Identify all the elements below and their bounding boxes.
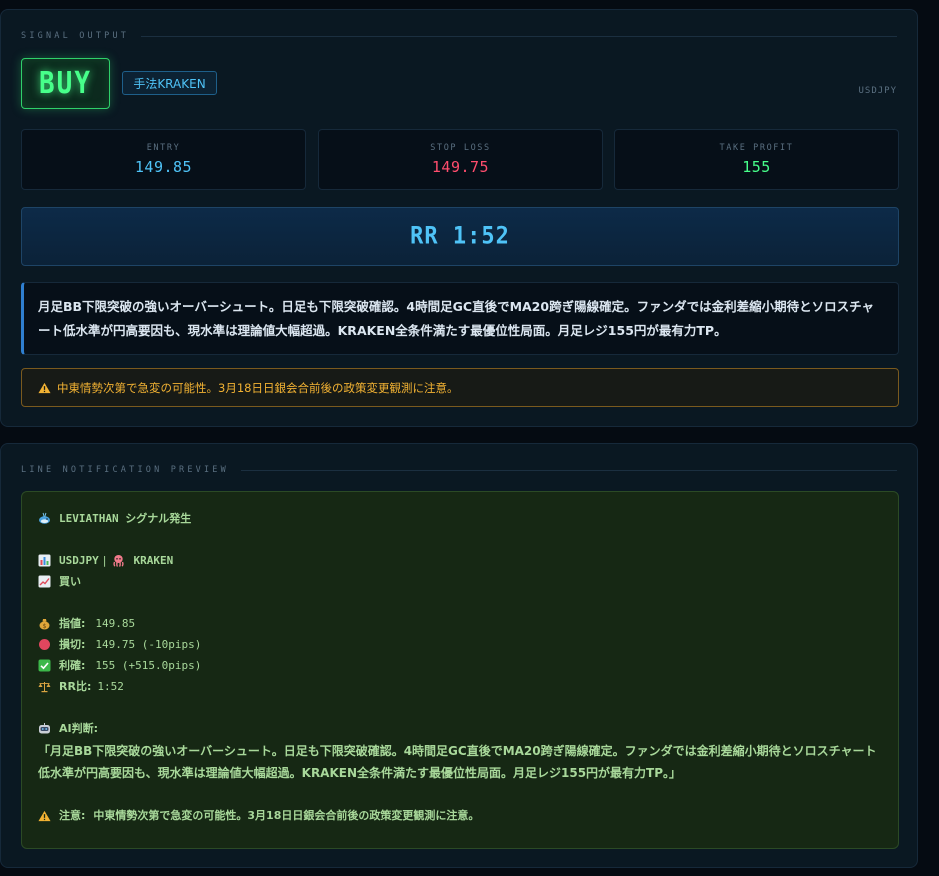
direction-badge: BUY [21,58,110,109]
take-profit-label: TAKE PROFIT [719,143,794,153]
line-entry-row: $ 指値: 149.85 [38,613,882,634]
line-section-title: LINE NOTIFICATION PREVIEW [21,465,229,475]
line-section-header: LINE NOTIFICATION PREVIEW [21,464,897,476]
stop-loss-value: 149.75 [431,158,490,176]
signal-section-header: SIGNAL OUTPUT [21,30,897,42]
line-rr-value: 1:52 [97,680,124,693]
risk-reward-box: RR 1:52 [21,207,899,266]
line-tp-row: 利確: 155 (+515.0pips) [38,655,882,676]
scales-icon [38,680,51,693]
entry-value: 149.85 [134,158,193,176]
line-warning-text: 中東情勢次第で急変の可能性。3月18日日銀会合前後の政策変更観測に注意。 [93,809,480,822]
section-divider [240,469,897,471]
line-preview-panel: LINE NOTIFICATION PREVIEW LEVIATHAN シグナル… [0,443,918,868]
line-ai-label: AI判断: [59,722,99,735]
take-profit-value: 155 [742,158,771,176]
robot-icon [38,722,51,735]
stop-loss-label: STOP LOSS [430,143,491,153]
line-pair-row: USDJPY | KRAKEN [38,550,882,571]
take-profit-box: TAKE PROFIT 155 [614,129,899,190]
warning-text: 中東情勢次第で急変の可能性。3月18日日銀会合前後の政策変更観測に注意。 [57,380,459,395]
warning-icon [38,809,51,822]
money-bag-icon: $ [38,617,51,630]
analysis-text: 月足BB下限突破の強いオーバーシュート。日足も下限突破確認。4時間足GC直後でM… [21,282,899,355]
signal-section-title: SIGNAL OUTPUT [21,31,130,41]
risk-reward-value: RR 1:52 [410,222,510,251]
entry-label: ENTRY [146,143,181,153]
direction-label: BUY [39,66,92,101]
line-entry-label: 指値: [59,617,86,630]
pair-label: USDJPY [858,86,897,96]
line-rr-row: RR比: 1:52 [38,676,882,697]
warning-banner: 中東情勢次第で急変の可能性。3月18日日銀会合前後の政策変更観測に注意。 [21,368,899,407]
method-tag: 手法KRAKEN [122,71,217,95]
warning-icon [38,382,51,393]
trend-up-icon [38,575,51,588]
line-header-text: LEVIATHAN シグナル発生 [59,512,192,525]
octopus-icon [112,554,125,567]
line-message-card: LEVIATHAN シグナル発生 USDJPY | KRAKEN 買い $ 指値… [21,491,899,849]
line-direction-row: 買い [38,571,882,592]
line-sl-value: 149.75 (-10pips) [95,638,202,651]
line-ai-row: AI判断: [38,718,882,739]
line-pair: USDJPY [59,554,99,567]
section-divider [141,35,897,37]
stop-loss-box: STOP LOSS 149.75 [318,129,603,190]
line-tp-label: 利確: [59,659,86,672]
line-ai-quote: 「月足BB下限突破の強いオーバーシュート。日足も下限突破確認。4時間足GC直後で… [38,744,877,780]
line-header-row: LEVIATHAN シグナル発生 [38,508,882,529]
line-warning-row: 注意: 中東情勢次第で急変の可能性。3月18日日銀会合前後の政策変更観測に注意。 [38,805,882,826]
line-rr-label: RR比: [59,680,92,693]
entry-box: ENTRY 149.85 [21,129,306,190]
red-circle-icon [38,638,51,651]
line-separator: | [102,554,107,567]
line-direction: 買い [59,575,81,588]
bar-chart-icon [38,554,51,567]
line-sl-label: 損切: [59,638,86,651]
signal-output-panel: SIGNAL OUTPUT BUY 手法KRAKEN USDJPY ENTRY … [0,9,918,427]
svg-text:$: $ [43,623,47,630]
line-sl-row: 損切: 149.75 (-10pips) [38,634,882,655]
line-warning-label: 注意: [59,809,86,822]
line-tp-value: 155 (+515.0pips) [95,659,202,672]
line-entry-value: 149.85 [95,617,136,630]
check-mark-icon [38,659,51,672]
line-method: KRAKEN [133,554,174,567]
whale-icon [38,512,51,525]
